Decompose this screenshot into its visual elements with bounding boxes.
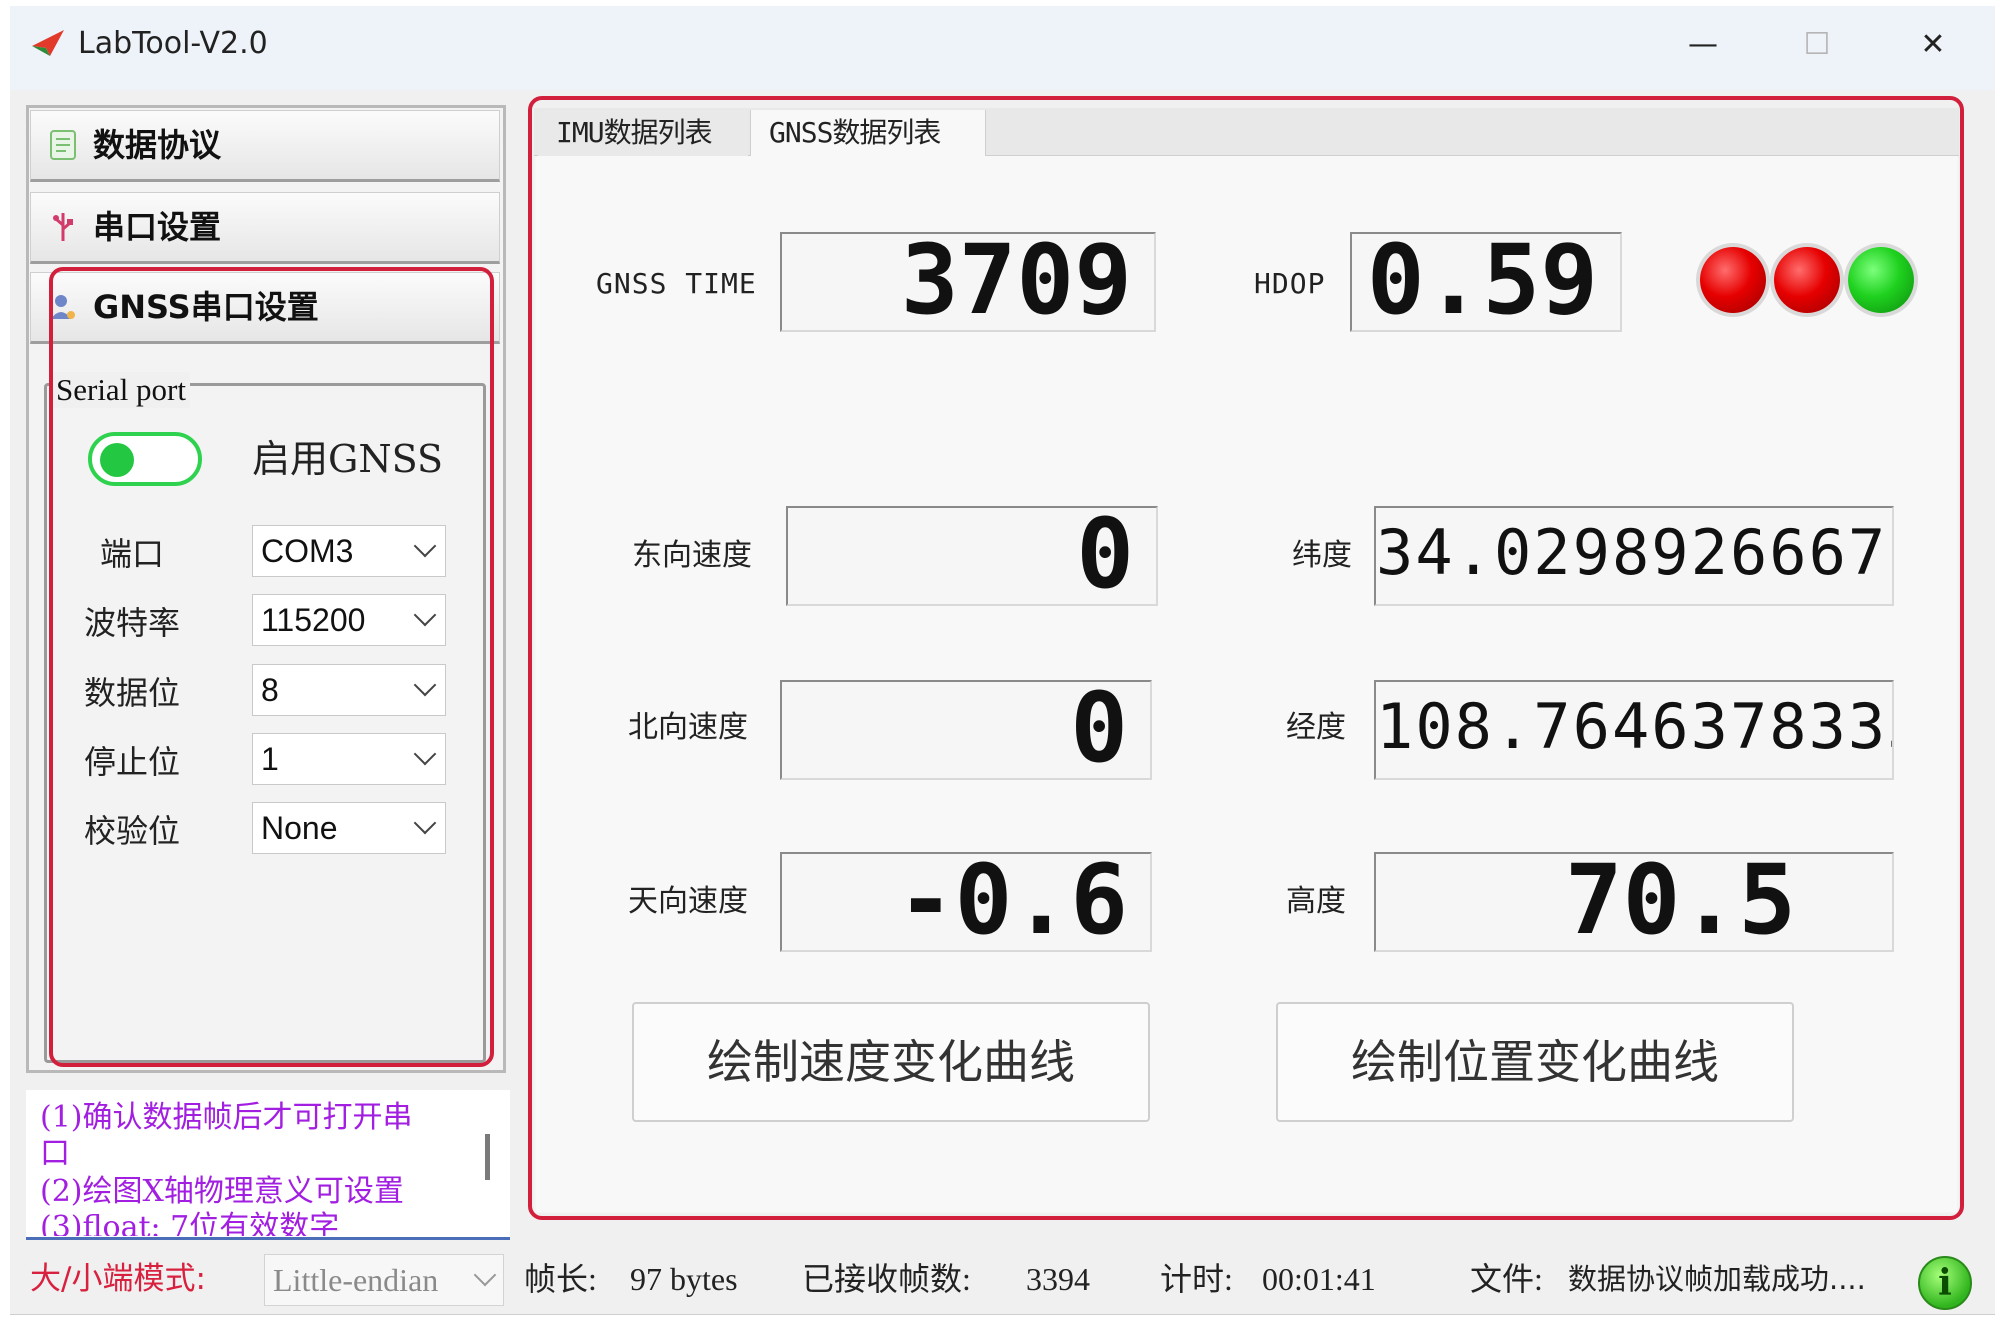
chevron-down-icon bbox=[473, 1263, 497, 1287]
window-title: LabTool-V2.0 bbox=[78, 26, 268, 61]
highlight-gnss-settings bbox=[49, 267, 494, 1067]
maximize-button[interactable]: ☐ bbox=[1782, 20, 1852, 70]
highlight-gnss-data bbox=[528, 96, 1964, 1220]
tips-scrollbar[interactable] bbox=[485, 1134, 490, 1180]
file-status-value: 数据协议帧加载成功.... bbox=[1568, 1262, 1866, 1296]
nav-data-protocol-label: 数据协议 bbox=[93, 126, 222, 164]
received-frames-label: 已接收帧数: bbox=[802, 1261, 971, 1297]
tip-line: (3)float: 7位有效数字 bbox=[40, 1210, 340, 1236]
endian-mode-value: Little-endian bbox=[273, 1262, 439, 1298]
close-button[interactable]: ✕ bbox=[1898, 20, 1968, 70]
endian-mode-label: 大/小端模式: bbox=[30, 1261, 206, 1297]
document-icon bbox=[50, 130, 76, 160]
nav-data-protocol[interactable]: 数据协议 bbox=[30, 110, 500, 182]
received-frames-value: 3394 bbox=[1026, 1261, 1090, 1297]
nav-serial-settings[interactable]: 串口设置 bbox=[30, 192, 500, 264]
tip-line: (2)绘图X轴物理意义可设置 bbox=[40, 1174, 404, 1209]
tip-line: (1)确认数据帧后才可打开串 bbox=[40, 1100, 413, 1135]
minimize-button[interactable]: — bbox=[1668, 20, 1738, 70]
endian-mode-select[interactable]: Little-endian bbox=[264, 1254, 504, 1306]
nav-serial-settings-label: 串口设置 bbox=[93, 208, 222, 246]
frame-length-value: 97 bytes bbox=[630, 1261, 738, 1297]
tip-line: 口 bbox=[40, 1136, 70, 1171]
app-logo-icon bbox=[32, 30, 64, 56]
timer-value: 00:01:41 bbox=[1262, 1261, 1376, 1297]
usb-icon bbox=[53, 213, 73, 241]
file-label: 文件: bbox=[1470, 1261, 1543, 1297]
info-icon[interactable]: i bbox=[1918, 1256, 1972, 1310]
timer-label: 计时: bbox=[1160, 1261, 1233, 1297]
frame-length-label: 帧长: bbox=[524, 1261, 597, 1297]
